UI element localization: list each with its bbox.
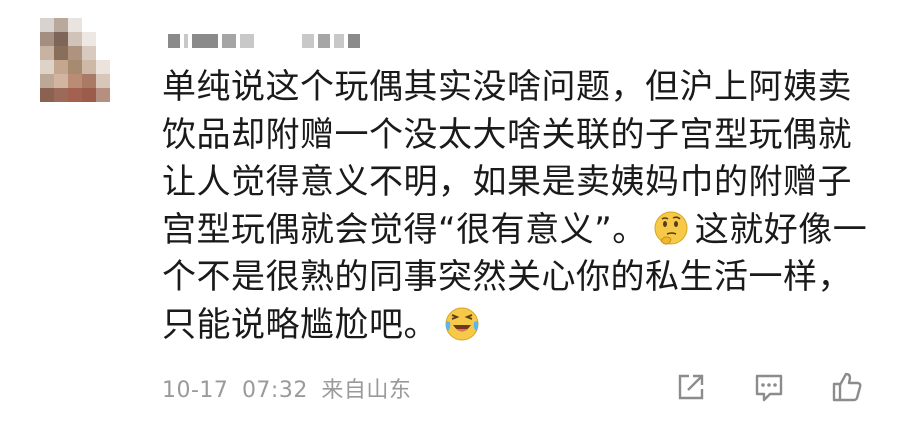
comment-card: 单纯说这个玩偶其实没啥问题，但沪上阿姨卖 饮品却附赠一个没太大啥关联的子宫型玩偶… <box>0 0 900 422</box>
comment-line: 宫型玩偶就会觉得“很有意义”。 这就好像一 <box>162 207 867 255</box>
like-icon <box>832 372 862 402</box>
comment-line-part: 这就好像一 <box>694 209 868 250</box>
share-icon <box>678 374 704 400</box>
username[interactable] <box>168 34 360 48</box>
comment-icon <box>755 374 783 402</box>
share-button[interactable] <box>672 368 710 406</box>
comment-line-part: 只能说略尴尬吧。 <box>162 304 438 345</box>
comment-location: 来自山东 <box>321 378 412 403</box>
comment-line: 单纯说这个玩偶其实没啥问题，但沪上阿姨卖 <box>162 67 852 107</box>
comment-line: 个不是很熟的同事突然关心你的私生活一样， <box>162 257 852 297</box>
comment-line-part: 宫型玩偶就会觉得“很有意义”。 <box>162 209 647 250</box>
comment-meta: 10-17 07:32 来自山东 <box>162 372 417 404</box>
comment-line: 饮品却附赠一个没太大啥关联的子宫型玩偶就 <box>162 114 852 155</box>
comment-line: 只能说略尴尬吧。 <box>162 302 862 350</box>
comment-button[interactable] <box>750 368 788 406</box>
comment-date: 10-17 <box>162 378 229 403</box>
avatar[interactable] <box>40 18 110 106</box>
thinking-face-icon <box>654 211 688 245</box>
laughing-crying-face-icon <box>445 307 479 340</box>
comment-actions <box>672 368 866 406</box>
comment-time: 07:32 <box>241 378 308 403</box>
comment-line: 让人觉得意义不明，如果是卖姨妈巾的附赠子 <box>162 162 852 202</box>
like-button[interactable] <box>828 368 866 406</box>
comment-text: 单纯说这个玩偶其实没啥问题，但沪上阿姨卖 饮品却附赠一个没太大啥关联的子宫型玩偶… <box>162 64 867 350</box>
